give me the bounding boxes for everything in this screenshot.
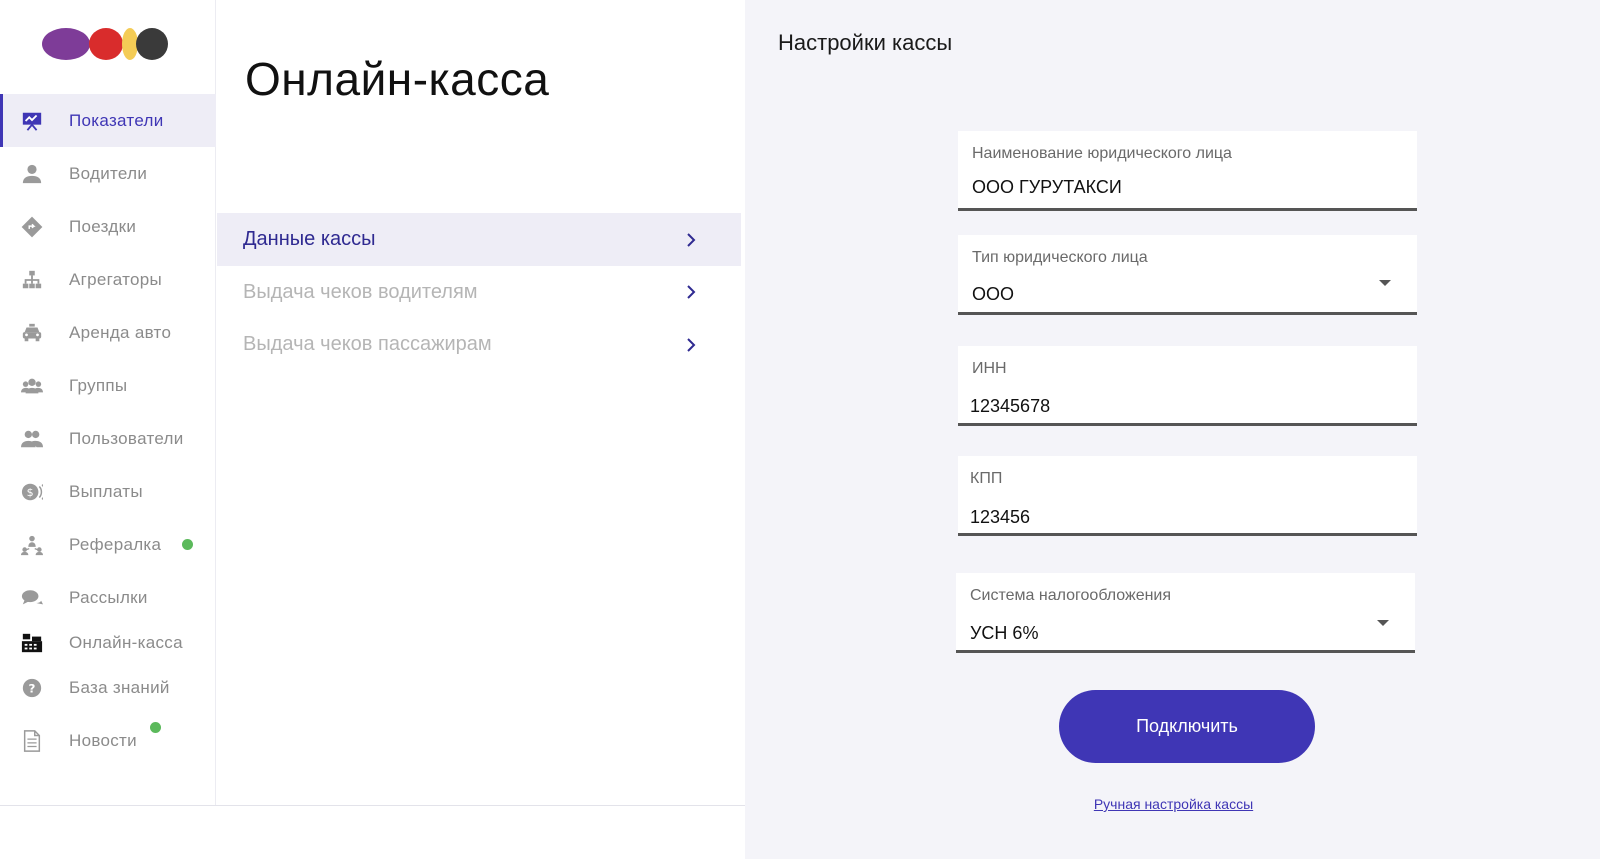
field-value: 12345678 bbox=[970, 396, 1051, 416]
field-label: ИНН bbox=[972, 360, 1007, 377]
footer-strip bbox=[0, 805, 745, 859]
sidebar-item-label: Поездки bbox=[69, 216, 137, 236]
sidebar-item-indicators[interactable]: Показатели bbox=[0, 94, 216, 147]
sidebar-item-referral[interactable]: Рефералка bbox=[0, 518, 216, 571]
field-value: 123456 bbox=[970, 507, 1031, 527]
user-icon bbox=[20, 162, 44, 186]
field-value: ООО bbox=[972, 284, 1015, 304]
section-panel: Онлайн-касса Данные кассы Выдача чеков в… bbox=[217, 0, 744, 805]
svg-text:?: ? bbox=[29, 681, 36, 695]
legal-type-select[interactable]: Тип юридического лица ООО bbox=[958, 235, 1417, 315]
presentation-chart-icon bbox=[20, 109, 44, 133]
sidebar-item-online-cashbox[interactable]: Онлайн-касса bbox=[0, 624, 216, 661]
sidebar-item-label: Водители bbox=[69, 163, 148, 183]
field-label: Тип юридического лица bbox=[972, 249, 1148, 266]
document-icon bbox=[20, 729, 44, 753]
submenu-item-driver-receipts[interactable]: Выдача чеков водителям bbox=[217, 266, 741, 318]
route-sign-icon bbox=[20, 215, 44, 239]
submenu-item-cashbox-data[interactable]: Данные кассы bbox=[217, 213, 741, 266]
tax-system-select[interactable]: Система налогообложения УСН 6% bbox=[956, 573, 1415, 653]
submenu-item-passenger-receipts[interactable]: Выдача чеков пассажирам bbox=[217, 318, 741, 371]
referral-icon bbox=[20, 533, 44, 557]
sidebar-item-news[interactable]: Новости bbox=[0, 714, 216, 767]
brand-logo[interactable] bbox=[42, 26, 182, 62]
sidebar-item-label: Пользователи bbox=[69, 428, 184, 448]
sidebar-item-users[interactable]: Пользователи bbox=[0, 412, 216, 465]
sidebar-nav: Показатели Водители Поездки Агрегаторы А… bbox=[0, 94, 216, 767]
notification-dot bbox=[150, 722, 161, 733]
page-title: Онлайн-касса bbox=[245, 53, 550, 105]
sidebar-item-car-rental[interactable]: Аренда авто bbox=[0, 306, 216, 359]
sidebar-item-groups[interactable]: Группы bbox=[0, 359, 216, 412]
chevron-right-icon bbox=[687, 285, 696, 299]
question-icon: ? bbox=[20, 676, 44, 700]
sidebar: Показатели Водители Поездки Агрегаторы А… bbox=[0, 0, 216, 805]
car-icon bbox=[20, 321, 44, 345]
cash-register-icon bbox=[20, 631, 44, 655]
users-icon bbox=[20, 427, 44, 451]
dropdown-arrow-icon[interactable] bbox=[1379, 280, 1391, 286]
field-label: КПП bbox=[970, 470, 1003, 487]
svg-text:$: $ bbox=[27, 486, 34, 499]
group-icon bbox=[20, 374, 44, 398]
sidebar-item-label: Онлайн-касса bbox=[69, 632, 183, 652]
field-label: Система налогообложения bbox=[970, 587, 1172, 604]
sidebar-item-label: База знаний bbox=[69, 677, 170, 697]
sidebar-item-label: Показатели bbox=[69, 110, 164, 130]
sidebar-item-label: Новости bbox=[69, 730, 137, 750]
field-label: Наименование юридического лица bbox=[972, 145, 1232, 162]
inn-field[interactable]: ИНН 12345678 bbox=[958, 346, 1417, 426]
notification-dot bbox=[182, 539, 193, 550]
submenu-item-label: Выдача чеков пассажирам bbox=[243, 333, 492, 355]
sidebar-item-drivers[interactable]: Водители bbox=[0, 147, 216, 200]
field-value: ООО ГУРУТАКСИ bbox=[972, 177, 1122, 197]
sidebar-item-label: Рефералка bbox=[69, 534, 162, 554]
sidebar-item-label: Аренда авто bbox=[69, 322, 172, 342]
manual-setup-link-text[interactable]: Ручная настройка кассы bbox=[1094, 796, 1253, 812]
chevron-right-icon bbox=[687, 337, 696, 352]
sidebar-item-payouts[interactable]: $ Выплаты bbox=[0, 465, 216, 518]
cashbox-settings-panel: Настройки кассы Наименование юридическог… bbox=[745, 0, 1600, 859]
section-submenu: Данные кассы Выдача чеков водителям Выда… bbox=[217, 213, 741, 371]
manual-setup-link[interactable]: Ручная настройка кассы bbox=[745, 796, 1600, 812]
sidebar-item-trips[interactable]: Поездки bbox=[0, 200, 216, 253]
sidebar-item-mailings[interactable]: Рассылки bbox=[0, 571, 216, 624]
sidebar-item-label: Группы bbox=[69, 375, 128, 395]
coin-icon: $ bbox=[20, 480, 44, 504]
chevron-right-icon bbox=[687, 232, 696, 247]
legal-name-field[interactable]: Наименование юридического лица ООО ГУРУТ… bbox=[958, 131, 1417, 211]
kpp-field[interactable]: КПП 123456 bbox=[958, 456, 1417, 536]
panel-title: Настройки кассы bbox=[778, 30, 953, 55]
sidebar-item-label: Агрегаторы bbox=[69, 269, 163, 289]
field-value: УСН 6% bbox=[970, 623, 1039, 643]
sidebar-item-label: Рассылки bbox=[69, 587, 148, 607]
sidebar-item-aggregators[interactable]: Агрегаторы bbox=[0, 253, 216, 306]
sidebar-item-knowledge-base[interactable]: ? База знаний bbox=[0, 661, 216, 714]
submenu-item-label: Выдача чеков водителям bbox=[243, 280, 478, 303]
sidebar-item-label: Выплаты bbox=[69, 481, 143, 501]
connect-button[interactable]: Подключить bbox=[1059, 690, 1315, 763]
chat-icon bbox=[20, 586, 44, 610]
hierarchy-icon bbox=[20, 268, 44, 292]
dropdown-arrow-icon[interactable] bbox=[1377, 620, 1389, 626]
submenu-item-label: Данные кассы bbox=[243, 228, 376, 250]
